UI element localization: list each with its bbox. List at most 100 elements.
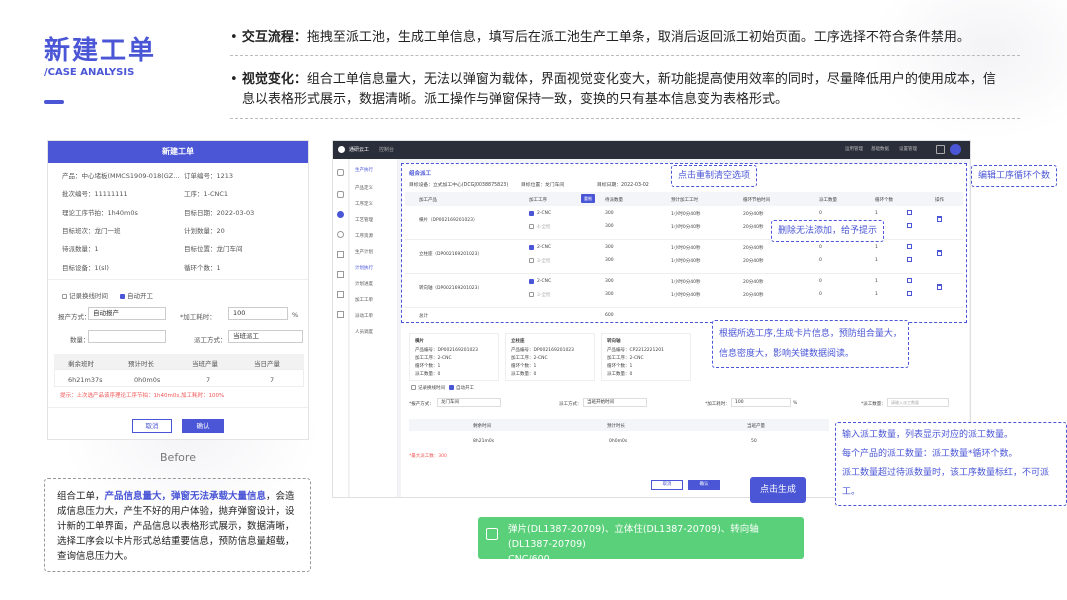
- menu-icon[interactable]: [337, 231, 344, 238]
- before-cancel-button[interactable]: 取消: [132, 419, 172, 433]
- checkbox-autostart[interactable]: 自动开工: [449, 385, 474, 391]
- page-subtitle: /CASE ANALYSIS: [44, 67, 135, 78]
- nav-item[interactable]: 生产执行: [355, 167, 373, 173]
- time-label: *加工耗时：: [705, 402, 730, 407]
- cancel-button[interactable]: 取消: [651, 480, 683, 490]
- nav-item-active[interactable]: 计划执行: [355, 265, 373, 271]
- divider: [230, 55, 1020, 56]
- nav-item[interactable]: 产品定义: [355, 185, 373, 191]
- nav-item[interactable]: 人员调度: [355, 329, 373, 335]
- topnav-settings[interactable]: 设置管理: [899, 146, 917, 152]
- before-field: 计划数量：20: [184, 227, 225, 235]
- before-field: 循环个数：1: [184, 264, 221, 272]
- visual-text: 组合工单信息量大，无法以弹窗为载体，界面视觉变化变大，新功能提高使用效率的同时，…: [306, 72, 996, 87]
- callout-edit-loop: 编辑工序循环个数: [971, 165, 1058, 187]
- interaction-note: • 交互流程：拖拽至派工池，生成工单信息，填写后在派工池生产工单条，取消后返回派…: [230, 30, 970, 45]
- mail-icon[interactable]: [936, 145, 945, 154]
- before-confirm-button[interactable]: 确认: [182, 419, 224, 433]
- before-report-label: 报产方式：: [58, 313, 91, 321]
- toast-line2: CNC/600: [508, 554, 550, 565]
- sum-val: 50: [751, 439, 757, 444]
- before-col: 剩余班时: [68, 360, 94, 368]
- before-qty-label: 数量：: [70, 336, 90, 344]
- product-card: 立柱座 产品编号：DP002169201023 加工工序：2-CNC 循环个数：…: [505, 333, 595, 381]
- before-val: 0h0m0s: [134, 376, 161, 384]
- before-field: 订单编号：1213: [184, 172, 234, 180]
- sum-col: 当班产量: [747, 424, 765, 429]
- before-field: 理论工序节拍：1h40m0s: [62, 209, 138, 217]
- nav-item[interactable]: 加工工单: [355, 297, 373, 303]
- topnav-console[interactable]: 控制台: [379, 146, 394, 153]
- page-title: 新建工单: [44, 36, 157, 66]
- nav-sidebar: 生产执行 产品定义 工序定义 工艺管理 工序资源 生产计划 计划执行 计划进度 …: [350, 159, 398, 497]
- nav-item[interactable]: 工序定义: [355, 201, 373, 207]
- before-field: 工序：1-CNC1: [184, 190, 229, 198]
- interaction-text: 拖拽至派工池，生成工单信息，填写后在派工池生产工单条，取消后返回派工初始页面。工…: [306, 30, 970, 45]
- title-accent-bar: [44, 100, 64, 104]
- time-input[interactable]: 100: [731, 398, 791, 407]
- before-time-input[interactable]: 100: [228, 307, 288, 320]
- before-field: 目标日期：2022-03-03: [184, 209, 255, 217]
- before-checkbox-changeover[interactable]: 记录换线时间: [62, 290, 108, 300]
- nav-item[interactable]: 计划进度: [355, 281, 373, 287]
- menu-icon[interactable]: [337, 211, 344, 218]
- before-val: 6h21m37s: [68, 376, 103, 384]
- before-dispatch-label: 派工方式：: [194, 336, 227, 344]
- sum-col: 预计时长: [607, 424, 625, 429]
- success-toast: 弹片(DL1387-20709)、立体住(DL1387-20709)、转向轴(D…: [478, 517, 804, 565]
- topnav-data[interactable]: 基础数据: [871, 146, 889, 152]
- sum-val: 8h21m0s: [473, 439, 495, 444]
- before-time-unit: %: [292, 311, 299, 319]
- divider: [230, 118, 1020, 119]
- before-field: 产品：中心堵板(MMCS1909-018(GZ...: [62, 172, 180, 180]
- sum-val: 0h0m0s: [609, 439, 628, 444]
- avatar[interactable]: [950, 144, 961, 155]
- description-highlight: 产品信息量大，弹窗无法承载大量信息: [104, 491, 267, 502]
- callout-qty: 输入派工数量，列表显示对应的派工数量。 每个产品的派工数量：派工数量*循环个数。派…: [835, 422, 1067, 506]
- qty-label: *派工数量：: [861, 402, 886, 407]
- before-field: 目标设备：1(sl): [62, 264, 109, 272]
- before-time-label: *加工耗时：: [180, 313, 216, 321]
- before-report-select[interactable]: 自动报产: [88, 307, 166, 320]
- time-unit: %: [793, 401, 798, 406]
- menu-icon[interactable]: [337, 271, 344, 278]
- confirm-button[interactable]: 确认: [688, 480, 720, 490]
- menu-icon[interactable]: [337, 291, 344, 298]
- menu-icon[interactable]: [337, 169, 344, 176]
- before-qty-input[interactable]: [88, 330, 166, 343]
- nav-item[interactable]: 派动工单: [355, 313, 373, 319]
- description-box: 组合工单，产品信息量大，弹窗无法承载大量信息，会造成信息压力大，产生不好的用户体…: [44, 478, 311, 572]
- menu-icon[interactable]: [337, 311, 344, 318]
- checkbox-changeover[interactable]: 记录换线时间: [411, 385, 445, 391]
- menu-icon[interactable]: [337, 191, 344, 198]
- callout-generate: 点击生成: [750, 477, 807, 503]
- app-brand: 通研云工: [349, 147, 370, 153]
- qty-input[interactable]: 请输入派工数量: [887, 398, 949, 407]
- icon-sidebar: [333, 159, 349, 497]
- dispatch-select[interactable]: 当班开始时间: [583, 398, 647, 407]
- nav-item[interactable]: 工序资源: [355, 233, 373, 239]
- before-field: 待派数量：1: [62, 245, 99, 253]
- before-val: 7: [206, 376, 211, 384]
- nav-item[interactable]: 生产计划: [355, 249, 373, 255]
- before-dispatch-select[interactable]: 当班派工: [228, 330, 303, 343]
- visual-label: 视觉变化：: [241, 72, 307, 87]
- visual-text-2: 息以表格形式展示，数据清晰。派工操作与弹窗保持一致，变换的只有基本信息变为表格形…: [242, 92, 789, 107]
- layers-icon: [486, 528, 498, 540]
- before-hint: 提示：上次选产品该序理论工序节拍：1h40m0s,加工耗时：100%: [60, 393, 225, 399]
- max-dispatch-warning: *最大派工数：300: [409, 454, 447, 459]
- report-select[interactable]: 龙门车间: [437, 398, 501, 407]
- before-label: Before: [160, 451, 196, 464]
- before-dialog-title: 新建工单: [48, 141, 308, 163]
- topnav-ops[interactable]: 运用管理: [845, 146, 863, 152]
- nav-item[interactable]: 工艺管理: [355, 217, 373, 223]
- before-col: 预计时长: [128, 360, 154, 368]
- report-label: *报产方式：: [409, 402, 434, 407]
- before-field: 目标班次：龙门一班: [62, 227, 121, 235]
- interaction-label: 交互流程：: [241, 30, 307, 45]
- sum-col: 剩余时间: [473, 424, 491, 429]
- before-field: 批次编号：11111111: [62, 190, 128, 198]
- before-checkbox-autostart[interactable]: 自动开工: [120, 290, 153, 300]
- before-val: 7: [270, 376, 275, 384]
- menu-icon[interactable]: [337, 251, 344, 258]
